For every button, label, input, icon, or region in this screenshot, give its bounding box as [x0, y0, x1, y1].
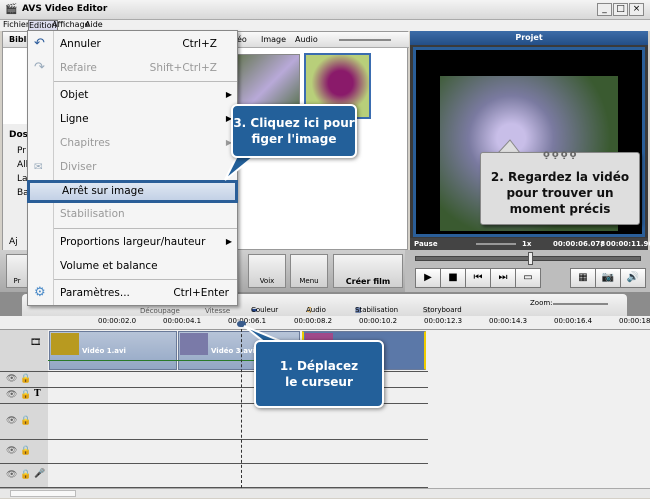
callout-step-3: 3. Cliquez ici pour figer l'image	[231, 104, 357, 158]
callout-step-2-text: 2. Regardez la vidéo pour trouver un mom…	[490, 170, 630, 216]
binder-rings-icon: ọọọọ	[543, 149, 579, 160]
callout-step-2: ọọọọ 2. Regardez la vidéo pour trouver u…	[480, 149, 640, 225]
callout-step-1: 1. Déplacez le curseur	[254, 340, 384, 408]
callout-tails	[224, 139, 522, 346]
